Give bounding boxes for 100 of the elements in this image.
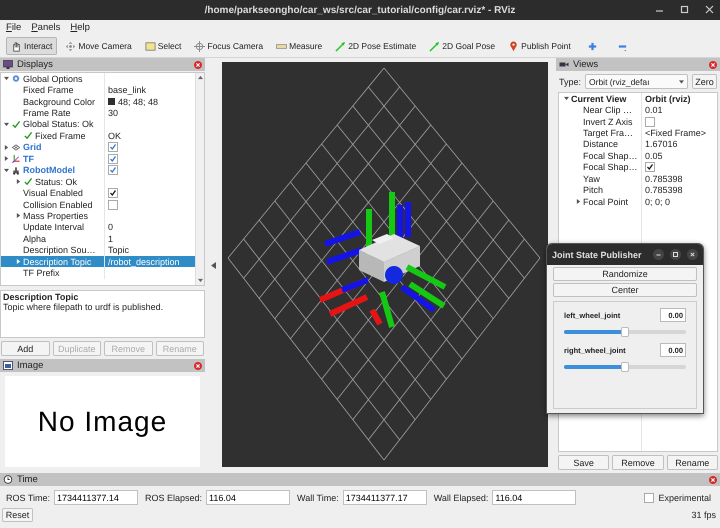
pin-icon bbox=[508, 40, 520, 52]
property-name: Pitch bbox=[583, 185, 604, 196]
hand-icon bbox=[11, 40, 22, 52]
field-label: Wall Time: bbox=[297, 492, 339, 502]
tool-button[interactable]: Select bbox=[140, 37, 186, 55]
collapsed-arrow-icon[interactable] bbox=[4, 144, 8, 150]
collapsed-arrow-icon[interactable] bbox=[16, 179, 20, 184]
panel-button[interactable]: Add bbox=[1, 341, 50, 356]
expanded-arrow-icon[interactable] bbox=[4, 122, 8, 127]
tree-row[interactable]: Collision Enabled bbox=[1, 198, 195, 210]
tree-row[interactable]: Current View Orbit (rviz) bbox=[559, 93, 717, 104]
tree-row[interactable]: Visual Enabled bbox=[1, 187, 195, 199]
type-dropdown[interactable]: Orbit (rviz_defaı bbox=[585, 74, 688, 89]
property-value: 1 bbox=[108, 234, 114, 244]
tree-row[interactable]: RobotModel bbox=[1, 164, 195, 176]
property-value: Orbit (rviz) bbox=[645, 94, 691, 104]
checkbox[interactable] bbox=[108, 154, 118, 164]
tree-row[interactable]: Fixed Frame base_link bbox=[1, 84, 195, 96]
expanded-arrow-icon[interactable] bbox=[4, 76, 8, 82]
tree-row[interactable]: Fixed Frame OK bbox=[1, 130, 195, 142]
time-field[interactable]: 116.04 bbox=[492, 490, 576, 505]
scroll-up-icon[interactable] bbox=[198, 75, 202, 80]
tool-button[interactable]: Publish Point bbox=[503, 37, 576, 55]
property-value: 0.785398 bbox=[645, 185, 683, 196]
checkbox[interactable] bbox=[644, 492, 654, 502]
tree-row[interactable]: Focal Shap… 0.05 bbox=[559, 150, 717, 162]
property-name: Description Topic bbox=[23, 256, 92, 267]
tool-button[interactable]: Interact bbox=[6, 37, 58, 55]
maximize-icon[interactable] bbox=[670, 249, 681, 260]
panel-button[interactable]: Rename bbox=[666, 455, 718, 470]
menu-item[interactable]: Help bbox=[70, 22, 90, 33]
tool-button[interactable]: Focus Camera bbox=[189, 37, 268, 55]
tree-row[interactable]: Target Fra… <Fixed Frame> bbox=[559, 127, 717, 139]
reset-button[interactable]: Reset bbox=[2, 508, 33, 522]
collapse-arrow-icon[interactable] bbox=[211, 262, 216, 269]
time-field[interactable]: 116.04 bbox=[206, 490, 290, 505]
tree-row[interactable]: Pitch 0.785398 bbox=[559, 184, 717, 196]
jsp-button[interactable]: Center bbox=[553, 283, 697, 297]
tree-row[interactable]: Alpha 1 bbox=[1, 233, 195, 245]
property-name: Focal Point bbox=[583, 196, 628, 207]
menu-item[interactable]: Panels bbox=[31, 22, 60, 33]
time-field[interactable]: 1734411377.17 bbox=[342, 490, 427, 505]
tool-button[interactable]: Measure bbox=[271, 37, 328, 55]
panel-button[interactable]: Save bbox=[558, 455, 610, 470]
tree-row[interactable]: Update Interval 0 bbox=[1, 222, 195, 234]
checkbox[interactable] bbox=[108, 188, 118, 198]
tool-button[interactable]: Move Camera bbox=[60, 37, 137, 55]
close-icon[interactable] bbox=[687, 249, 698, 260]
tool-button[interactable]: 2D Goal Pose bbox=[424, 37, 500, 55]
scroll-down-icon[interactable] bbox=[198, 278, 202, 283]
tree-row[interactable]: Global Options bbox=[1, 73, 195, 84]
expanded-arrow-icon[interactable] bbox=[564, 96, 568, 102]
joint-slider[interactable] bbox=[564, 365, 686, 369]
collapsed-arrow-icon[interactable] bbox=[16, 213, 20, 218]
checkbox[interactable] bbox=[645, 162, 655, 172]
checkbox[interactable] bbox=[108, 165, 118, 176]
minimize-icon[interactable] bbox=[653, 249, 664, 260]
jsp-button[interactable]: Randomize bbox=[553, 267, 697, 281]
checkbox[interactable] bbox=[108, 200, 118, 210]
maximize-icon[interactable] bbox=[680, 5, 689, 14]
collapsed-arrow-icon[interactable] bbox=[4, 156, 8, 162]
tree-row[interactable]: TF Prefix bbox=[1, 267, 195, 279]
property-value: 0 bbox=[108, 222, 114, 232]
tool-button[interactable]: 2D Pose Estimate bbox=[330, 37, 422, 55]
joint-slider[interactable] bbox=[564, 330, 686, 334]
zero-button[interactable]: Zero bbox=[692, 74, 717, 89]
tree-row[interactable]: TF bbox=[1, 153, 195, 164]
tree-row[interactable]: Near Clip … 0.01 bbox=[559, 104, 717, 116]
tree-row[interactable]: Distance 1.67016 bbox=[559, 138, 717, 150]
menu-item[interactable]: File bbox=[6, 22, 22, 33]
tree-row[interactable]: Background Color 48; 48; 48 bbox=[1, 96, 195, 108]
property-name: Background Color bbox=[23, 96, 96, 107]
tree-row[interactable]: Global Status: Ok bbox=[1, 118, 195, 130]
property-name: Visual Enabled bbox=[23, 188, 83, 198]
property-name: RobotModel bbox=[23, 165, 75, 176]
tree-row[interactable]: Focal Point 0; 0; 0 bbox=[559, 196, 717, 208]
time-field[interactable]: 1734411377.14 bbox=[54, 490, 138, 505]
add-tool-icon[interactable] bbox=[586, 40, 598, 52]
expanded-arrow-icon[interactable] bbox=[4, 168, 8, 173]
panel-button[interactable]: Remove bbox=[612, 455, 664, 470]
slider-handle[interactable] bbox=[621, 327, 629, 337]
tree-row[interactable]: Description Topic /robot_description bbox=[1, 256, 195, 268]
tree-row[interactable]: Invert Z Axis bbox=[559, 116, 717, 128]
close-icon[interactable] bbox=[705, 5, 714, 14]
tree-row[interactable]: Grid bbox=[1, 142, 195, 154]
tree-row[interactable]: Status: Ok bbox=[1, 176, 195, 188]
tree-row[interactable]: Focal Shap… bbox=[559, 162, 717, 174]
scrollbar[interactable] bbox=[195, 73, 204, 285]
grid-icon bbox=[11, 142, 21, 152]
collapsed-arrow-icon[interactable] bbox=[576, 199, 580, 204]
property-name: Yaw bbox=[583, 174, 600, 184]
slider-handle[interactable] bbox=[621, 362, 629, 372]
collapsed-arrow-icon[interactable] bbox=[16, 259, 20, 264]
camera-icon bbox=[559, 60, 569, 69]
checkbox[interactable] bbox=[108, 142, 118, 152]
tree-row[interactable]: Mass Properties bbox=[1, 210, 195, 222]
property-name: Status: Ok bbox=[35, 176, 78, 187]
tree-row[interactable]: Yaw 0.785398 bbox=[559, 173, 717, 184]
checkbox[interactable] bbox=[645, 116, 655, 127]
tree-row[interactable]: Frame Rate 30 bbox=[1, 107, 195, 119]
